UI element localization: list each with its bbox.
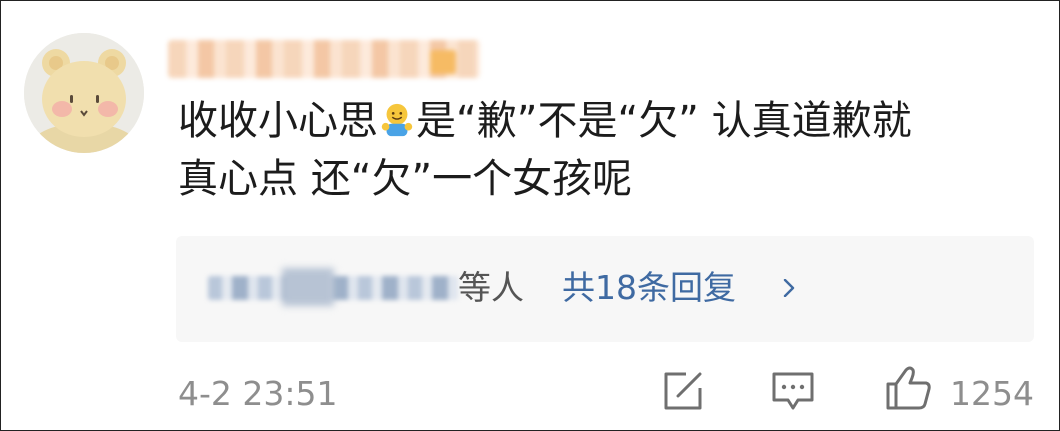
- bear-avatar-icon: [24, 33, 144, 153]
- comment-text-part1: 收收小心思: [178, 98, 378, 144]
- like-count: 1254: [950, 374, 1034, 413]
- comment-timestamp: 4-2 23:51: [178, 374, 338, 413]
- avatar[interactable]: [24, 33, 144, 153]
- comment-text: 收收小心思 是“歉”不是“欠” 认真道歉就真心点 还“欠”一个女孩呢: [178, 92, 1018, 208]
- chevron-right-icon: [783, 279, 795, 297]
- reply-usernames-blurred: [208, 276, 458, 300]
- comment-text-part2: 是“歉”不是“欠” 认真道歉就: [416, 98, 912, 144]
- reply-suffix: 等人: [458, 268, 524, 307]
- hugging-emoji-icon: [381, 103, 413, 137]
- replies-preview[interactable]: 等人 共18条回复: [176, 236, 1034, 342]
- comment-text-line2: 真心点 还“欠”一个女孩呢: [178, 156, 633, 202]
- thumbs-up-icon[interactable]: [884, 364, 932, 412]
- reply-count-link[interactable]: 共18条回复: [562, 266, 736, 310]
- comment-icon[interactable]: [770, 368, 816, 414]
- username-blurred[interactable]: [168, 40, 480, 78]
- share-icon[interactable]: [660, 368, 706, 414]
